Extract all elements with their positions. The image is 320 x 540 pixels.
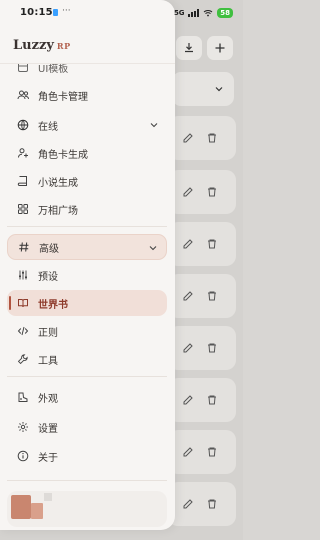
nav-item-advanced[interactable]: 高级	[7, 234, 167, 260]
divider	[7, 376, 167, 377]
gear-icon	[16, 420, 30, 434]
avatar-shape	[31, 503, 43, 519]
wrench-icon	[16, 352, 30, 366]
trash-icon[interactable]	[205, 393, 219, 407]
nav-item-label: 角色卡管理	[38, 91, 88, 103]
chevron-down-icon	[215, 87, 223, 92]
edit-icon[interactable]	[181, 445, 195, 459]
nav-item-label: 小说生成	[38, 177, 78, 189]
grid-icon	[16, 202, 30, 216]
list-item[interactable]	[168, 378, 236, 422]
sliders-icon	[16, 268, 30, 282]
list-item[interactable]	[168, 274, 236, 318]
nav-item-presets[interactable]: 预设	[7, 262, 167, 288]
brand-name: Luzzy	[13, 38, 54, 53]
nav-item-label: 世界书	[38, 299, 68, 311]
download-button[interactable]	[176, 36, 202, 60]
edit-icon[interactable]	[181, 131, 195, 145]
add-button[interactable]	[207, 36, 233, 60]
nav-item-label: 外观	[38, 393, 58, 405]
nav-item-settings[interactable]: 设置	[7, 414, 167, 440]
palette-icon	[16, 390, 30, 404]
avatar-shape	[44, 493, 52, 501]
edit-icon[interactable]	[181, 393, 195, 407]
trash-icon[interactable]	[205, 341, 219, 355]
trash-icon[interactable]	[205, 185, 219, 199]
brand-suffix: RP	[56, 41, 71, 51]
trash-icon[interactable]	[205, 445, 219, 459]
edit-icon[interactable]	[181, 341, 195, 355]
trash-icon[interactable]	[205, 497, 219, 511]
code-icon	[16, 324, 30, 338]
info-icon	[16, 449, 30, 463]
users-icon	[16, 88, 30, 102]
nav-item-regex[interactable]: 正则	[7, 318, 167, 344]
book-icon	[16, 174, 30, 188]
nav-item-appearance[interactable]: 外观	[7, 384, 167, 410]
brand-logo: Luzzy RP	[13, 38, 71, 53]
drawer-header: Luzzy RP	[0, 26, 175, 64]
edit-icon[interactable]	[181, 185, 195, 199]
nav-item-label: 高级	[39, 243, 59, 255]
trash-icon[interactable]	[205, 289, 219, 303]
list-item[interactable]	[168, 170, 236, 214]
nav-item-worldbook[interactable]: 世界书	[7, 290, 167, 316]
nav-item-label: 正则	[38, 327, 58, 339]
list-item[interactable]	[168, 116, 236, 160]
status-bar: 10:15 ··· 5G 58	[0, 0, 243, 26]
nav-item-label: 在线	[38, 121, 58, 133]
download-icon	[185, 43, 193, 53]
list-item[interactable]	[168, 430, 236, 474]
list-item[interactable]	[168, 222, 236, 266]
nav-item-about[interactable]: 关于	[7, 443, 167, 469]
edit-icon[interactable]	[181, 497, 195, 511]
chevron-down-icon	[150, 123, 158, 128]
notification-icon	[53, 9, 58, 16]
avatar[interactable]	[11, 495, 31, 519]
status-more: ···	[62, 6, 71, 16]
nav-item-novel-generate[interactable]: 小说生成	[7, 168, 167, 194]
list-item[interactable]	[168, 326, 236, 370]
edit-icon[interactable]	[181, 289, 195, 303]
active-indicator	[9, 296, 11, 310]
divider	[7, 226, 167, 227]
nav-item-tools[interactable]: 工具	[7, 346, 167, 372]
nav-item-label: 角色卡生成	[38, 149, 88, 161]
nav-item-label: 预设	[38, 271, 58, 283]
navigation-drawer: Luzzy RP UI模板 角色卡管理 在线 角色卡生成 小说生成 万相广场 高…	[0, 0, 175, 530]
nav-item-online[interactable]: 在线	[7, 112, 167, 138]
nav-item-plaza[interactable]: 万相广场	[7, 196, 167, 222]
battery-indicator: 58	[217, 8, 233, 18]
signal-icon	[188, 9, 200, 17]
nav-item-label: 设置	[38, 423, 58, 435]
list-item[interactable]	[168, 482, 236, 526]
status-indicators: 5G 58	[174, 8, 233, 18]
globe-icon	[16, 118, 30, 132]
edit-icon[interactable]	[181, 237, 195, 251]
hash-icon	[17, 240, 31, 254]
trash-icon[interactable]	[205, 131, 219, 145]
network-type: 5G	[174, 9, 185, 17]
book-open-icon	[16, 296, 30, 310]
wifi-icon	[203, 10, 213, 17]
status-time: 10:15	[20, 7, 53, 18]
filter-dropdown[interactable]	[172, 72, 234, 106]
user-plus-icon	[16, 146, 30, 160]
plus-icon	[215, 43, 225, 53]
trash-icon[interactable]	[205, 237, 219, 251]
nav-item-label: 万相广场	[38, 205, 78, 217]
chevron-down-icon	[149, 246, 157, 251]
divider	[7, 480, 167, 481]
nav-item-character-generate[interactable]: 角色卡生成	[7, 140, 167, 166]
nav-item-character-manage[interactable]: 角色卡管理	[7, 82, 167, 108]
nav-item-label: 工具	[38, 355, 58, 367]
nav-item-label: 关于	[38, 452, 58, 464]
